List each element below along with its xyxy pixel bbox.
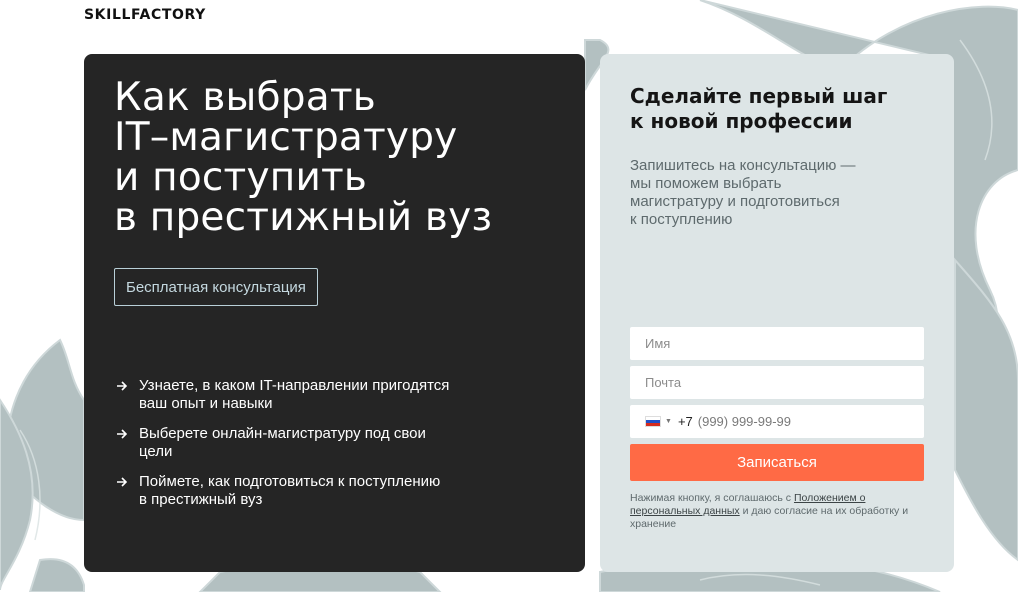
- form-title: Сделайте первый шаг к новой профессии: [630, 84, 888, 133]
- arrow-right-icon: [116, 473, 130, 491]
- hero-title-line: IT–магистратуру: [114, 115, 458, 160]
- free-consultation-button[interactable]: Бесплатная консультация: [114, 268, 318, 306]
- benefit-item: Узнаете, в каком IT-направлении пригодят…: [116, 377, 536, 413]
- benefit-text: Узнаете, в каком IT-направлении пригодят…: [139, 377, 450, 412]
- consent-text: Нажимая кнопку, я соглашаюсь с Положение…: [630, 492, 920, 531]
- benefit-text: Поймете, как подготовиться к поступлению…: [139, 473, 441, 508]
- benefit-text: Выберете онлайн-магистратуру под свои це…: [139, 425, 426, 460]
- russia-flag-icon[interactable]: [645, 416, 661, 427]
- arrow-right-icon: [116, 425, 130, 443]
- form-description: Запишитесь на консультацию — мы поможем …: [630, 157, 856, 228]
- phone-input[interactable]: [697, 414, 868, 429]
- hero-card: Как выбрать IT–магистратуру и поступить …: [84, 54, 585, 572]
- consent-text-before: Нажимая кнопку, я соглашаюсь с: [630, 492, 794, 504]
- brand-logo[interactable]: SKILLFACTORY: [84, 7, 206, 23]
- hero-title-line: и поступить: [114, 155, 368, 200]
- signup-form-card: Сделайте первый шаг к новой профессии За…: [600, 54, 954, 572]
- phone-country-code: +7: [677, 414, 693, 429]
- arrow-right-icon: [116, 377, 130, 395]
- name-input[interactable]: [630, 327, 924, 360]
- hero-title-line: в престижный вуз: [114, 195, 493, 240]
- phone-field[interactable]: ▼ +7: [630, 405, 924, 438]
- benefit-item: Поймете, как подготовиться к поступлению…: [116, 473, 536, 509]
- hero-title-line: Как выбрать: [114, 75, 376, 120]
- benefits-list: Узнаете, в каком IT-направлении пригодят…: [116, 377, 536, 521]
- hero-title: Как выбрать IT–магистратуру и поступить …: [114, 78, 574, 238]
- benefit-item: Выберете онлайн-магистратуру под свои це…: [116, 425, 536, 461]
- email-input[interactable]: [630, 366, 924, 399]
- chevron-down-icon[interactable]: ▼: [665, 418, 672, 425]
- submit-button[interactable]: Записаться: [630, 444, 924, 481]
